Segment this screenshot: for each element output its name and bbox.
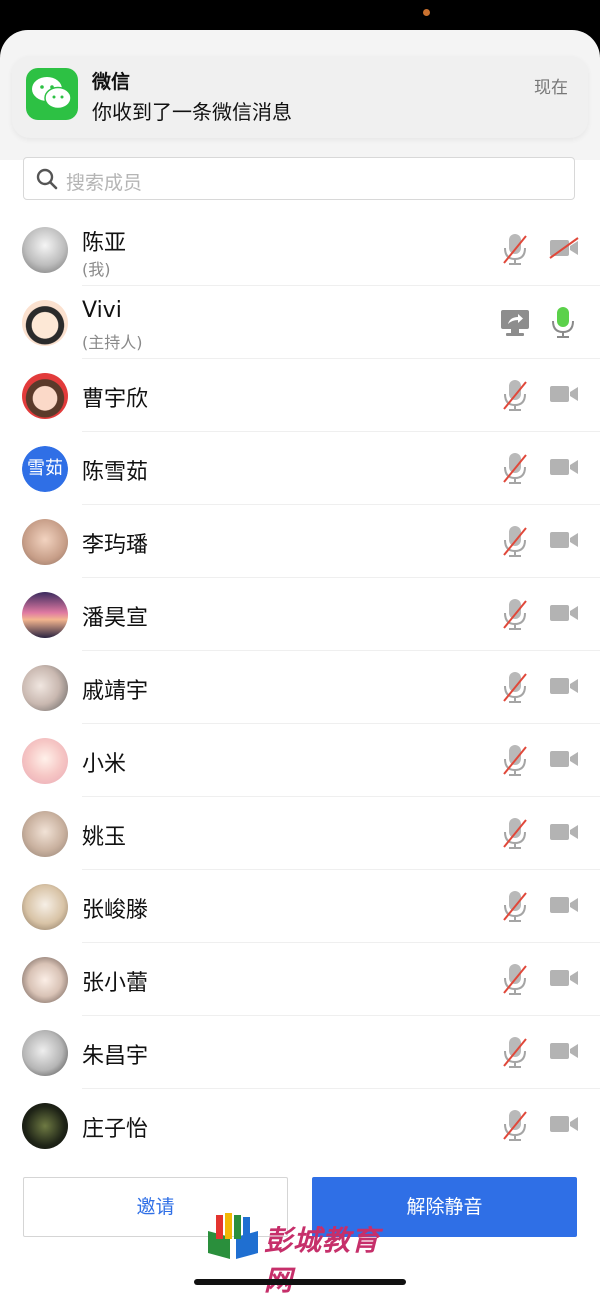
notification-message: 你收到了一条微信消息 bbox=[92, 100, 292, 124]
avatar bbox=[22, 1030, 68, 1076]
book-logo-icon bbox=[208, 1213, 258, 1259]
camera-dot bbox=[423, 9, 430, 16]
member-name: 朱昌宇 bbox=[82, 1044, 149, 1069]
member-row[interactable]: 雪茹 陈雪茹 bbox=[0, 432, 600, 505]
avatar bbox=[22, 738, 68, 784]
camera-icon[interactable] bbox=[548, 894, 580, 920]
camera-icon[interactable] bbox=[548, 529, 580, 555]
camera-icon[interactable] bbox=[548, 748, 580, 774]
camera-icon[interactable] bbox=[548, 1113, 580, 1139]
microphone-muted-icon[interactable] bbox=[500, 889, 530, 927]
avatar bbox=[22, 300, 68, 346]
watermark: 彭城教育网 bbox=[204, 1213, 404, 1297]
camera-icon[interactable] bbox=[548, 602, 580, 628]
avatar bbox=[22, 1103, 68, 1149]
member-name: 姚玉 bbox=[82, 825, 127, 850]
notification-app-name: 微信 bbox=[92, 71, 131, 93]
member-row[interactable]: 张峻滕 bbox=[0, 870, 600, 943]
member-name: 潘昊宣 bbox=[82, 606, 149, 631]
member-row[interactable]: Vivi (主持人) bbox=[0, 286, 600, 359]
member-name: Vivi bbox=[82, 298, 122, 323]
microphone-muted-icon[interactable] bbox=[500, 232, 530, 270]
avatar bbox=[22, 592, 68, 638]
camera-icon[interactable] bbox=[548, 967, 580, 993]
avatar bbox=[22, 811, 68, 857]
member-row[interactable]: 庄子怡 bbox=[0, 1089, 600, 1162]
avatar-text: 雪茹 bbox=[22, 446, 68, 492]
member-row[interactable]: 曹宇欣 bbox=[0, 359, 600, 432]
notification-time: 现在 bbox=[534, 78, 568, 98]
member-name: 陈雪茹 bbox=[82, 460, 149, 485]
wechat-notification[interactable]: 微信 你收到了一条微信消息 现在 bbox=[12, 56, 588, 138]
camera-icon[interactable] bbox=[548, 675, 580, 701]
microphone-muted-icon[interactable] bbox=[500, 378, 530, 416]
member-row[interactable]: 朱昌宇 bbox=[0, 1016, 600, 1089]
member-name: 戚靖宇 bbox=[82, 679, 149, 704]
microphone-muted-icon[interactable] bbox=[500, 962, 530, 1000]
microphone-muted-icon[interactable] bbox=[500, 1108, 530, 1146]
microphone-muted-icon[interactable] bbox=[500, 524, 530, 562]
member-name: 李玙璠 bbox=[82, 533, 149, 558]
member-row[interactable]: 姚玉 bbox=[0, 797, 600, 870]
camera-icon[interactable] bbox=[548, 383, 580, 409]
member-name: 曹宇欣 bbox=[82, 387, 149, 412]
search-placeholder: 搜索成员 bbox=[66, 172, 143, 194]
wechat-app-icon bbox=[26, 68, 78, 120]
avatar bbox=[22, 957, 68, 1003]
microphone-muted-icon[interactable] bbox=[500, 1035, 530, 1073]
home-indicator bbox=[194, 1279, 406, 1285]
camera-icon[interactable] bbox=[548, 1040, 580, 1066]
avatar bbox=[22, 665, 68, 711]
microphone-muted-icon[interactable] bbox=[500, 743, 530, 781]
member-name: 张峻滕 bbox=[82, 898, 149, 923]
screen-share-icon[interactable] bbox=[499, 308, 531, 342]
member-name: 庄子怡 bbox=[82, 1117, 149, 1142]
member-row[interactable]: 李玙璠 bbox=[0, 505, 600, 578]
member-row[interactable]: 张小蕾 bbox=[0, 943, 600, 1016]
avatar bbox=[22, 519, 68, 565]
camera-icon[interactable] bbox=[548, 456, 580, 482]
member-role: (我) bbox=[82, 260, 111, 279]
member-row[interactable]: 小米 bbox=[0, 724, 600, 797]
member-row[interactable]: 陈亚 (我) bbox=[0, 213, 600, 286]
member-role: (主持人) bbox=[82, 333, 143, 352]
microphone-muted-icon[interactable] bbox=[500, 670, 530, 708]
avatar: 雪茹 bbox=[22, 446, 68, 492]
watermark-text: 彭城教育网 bbox=[264, 1224, 381, 1297]
search-icon bbox=[36, 168, 58, 190]
member-row[interactable]: 潘昊宣 bbox=[0, 578, 600, 651]
member-name: 陈亚 bbox=[82, 231, 127, 256]
microphone-muted-icon[interactable] bbox=[500, 597, 530, 635]
microphone-muted-icon[interactable] bbox=[500, 816, 530, 854]
camera-icon[interactable] bbox=[548, 821, 580, 847]
member-name: 张小蕾 bbox=[82, 971, 149, 996]
camera-off-icon[interactable] bbox=[548, 237, 580, 263]
member-row[interactable]: 戚靖宇 bbox=[0, 651, 600, 724]
search-input[interactable]: 搜索成员 bbox=[23, 157, 575, 200]
microphone-active-icon[interactable] bbox=[548, 305, 578, 343]
avatar bbox=[22, 373, 68, 419]
member-name: 小米 bbox=[82, 752, 127, 777]
microphone-muted-icon[interactable] bbox=[500, 451, 530, 489]
avatar bbox=[22, 884, 68, 930]
avatar bbox=[22, 227, 68, 273]
